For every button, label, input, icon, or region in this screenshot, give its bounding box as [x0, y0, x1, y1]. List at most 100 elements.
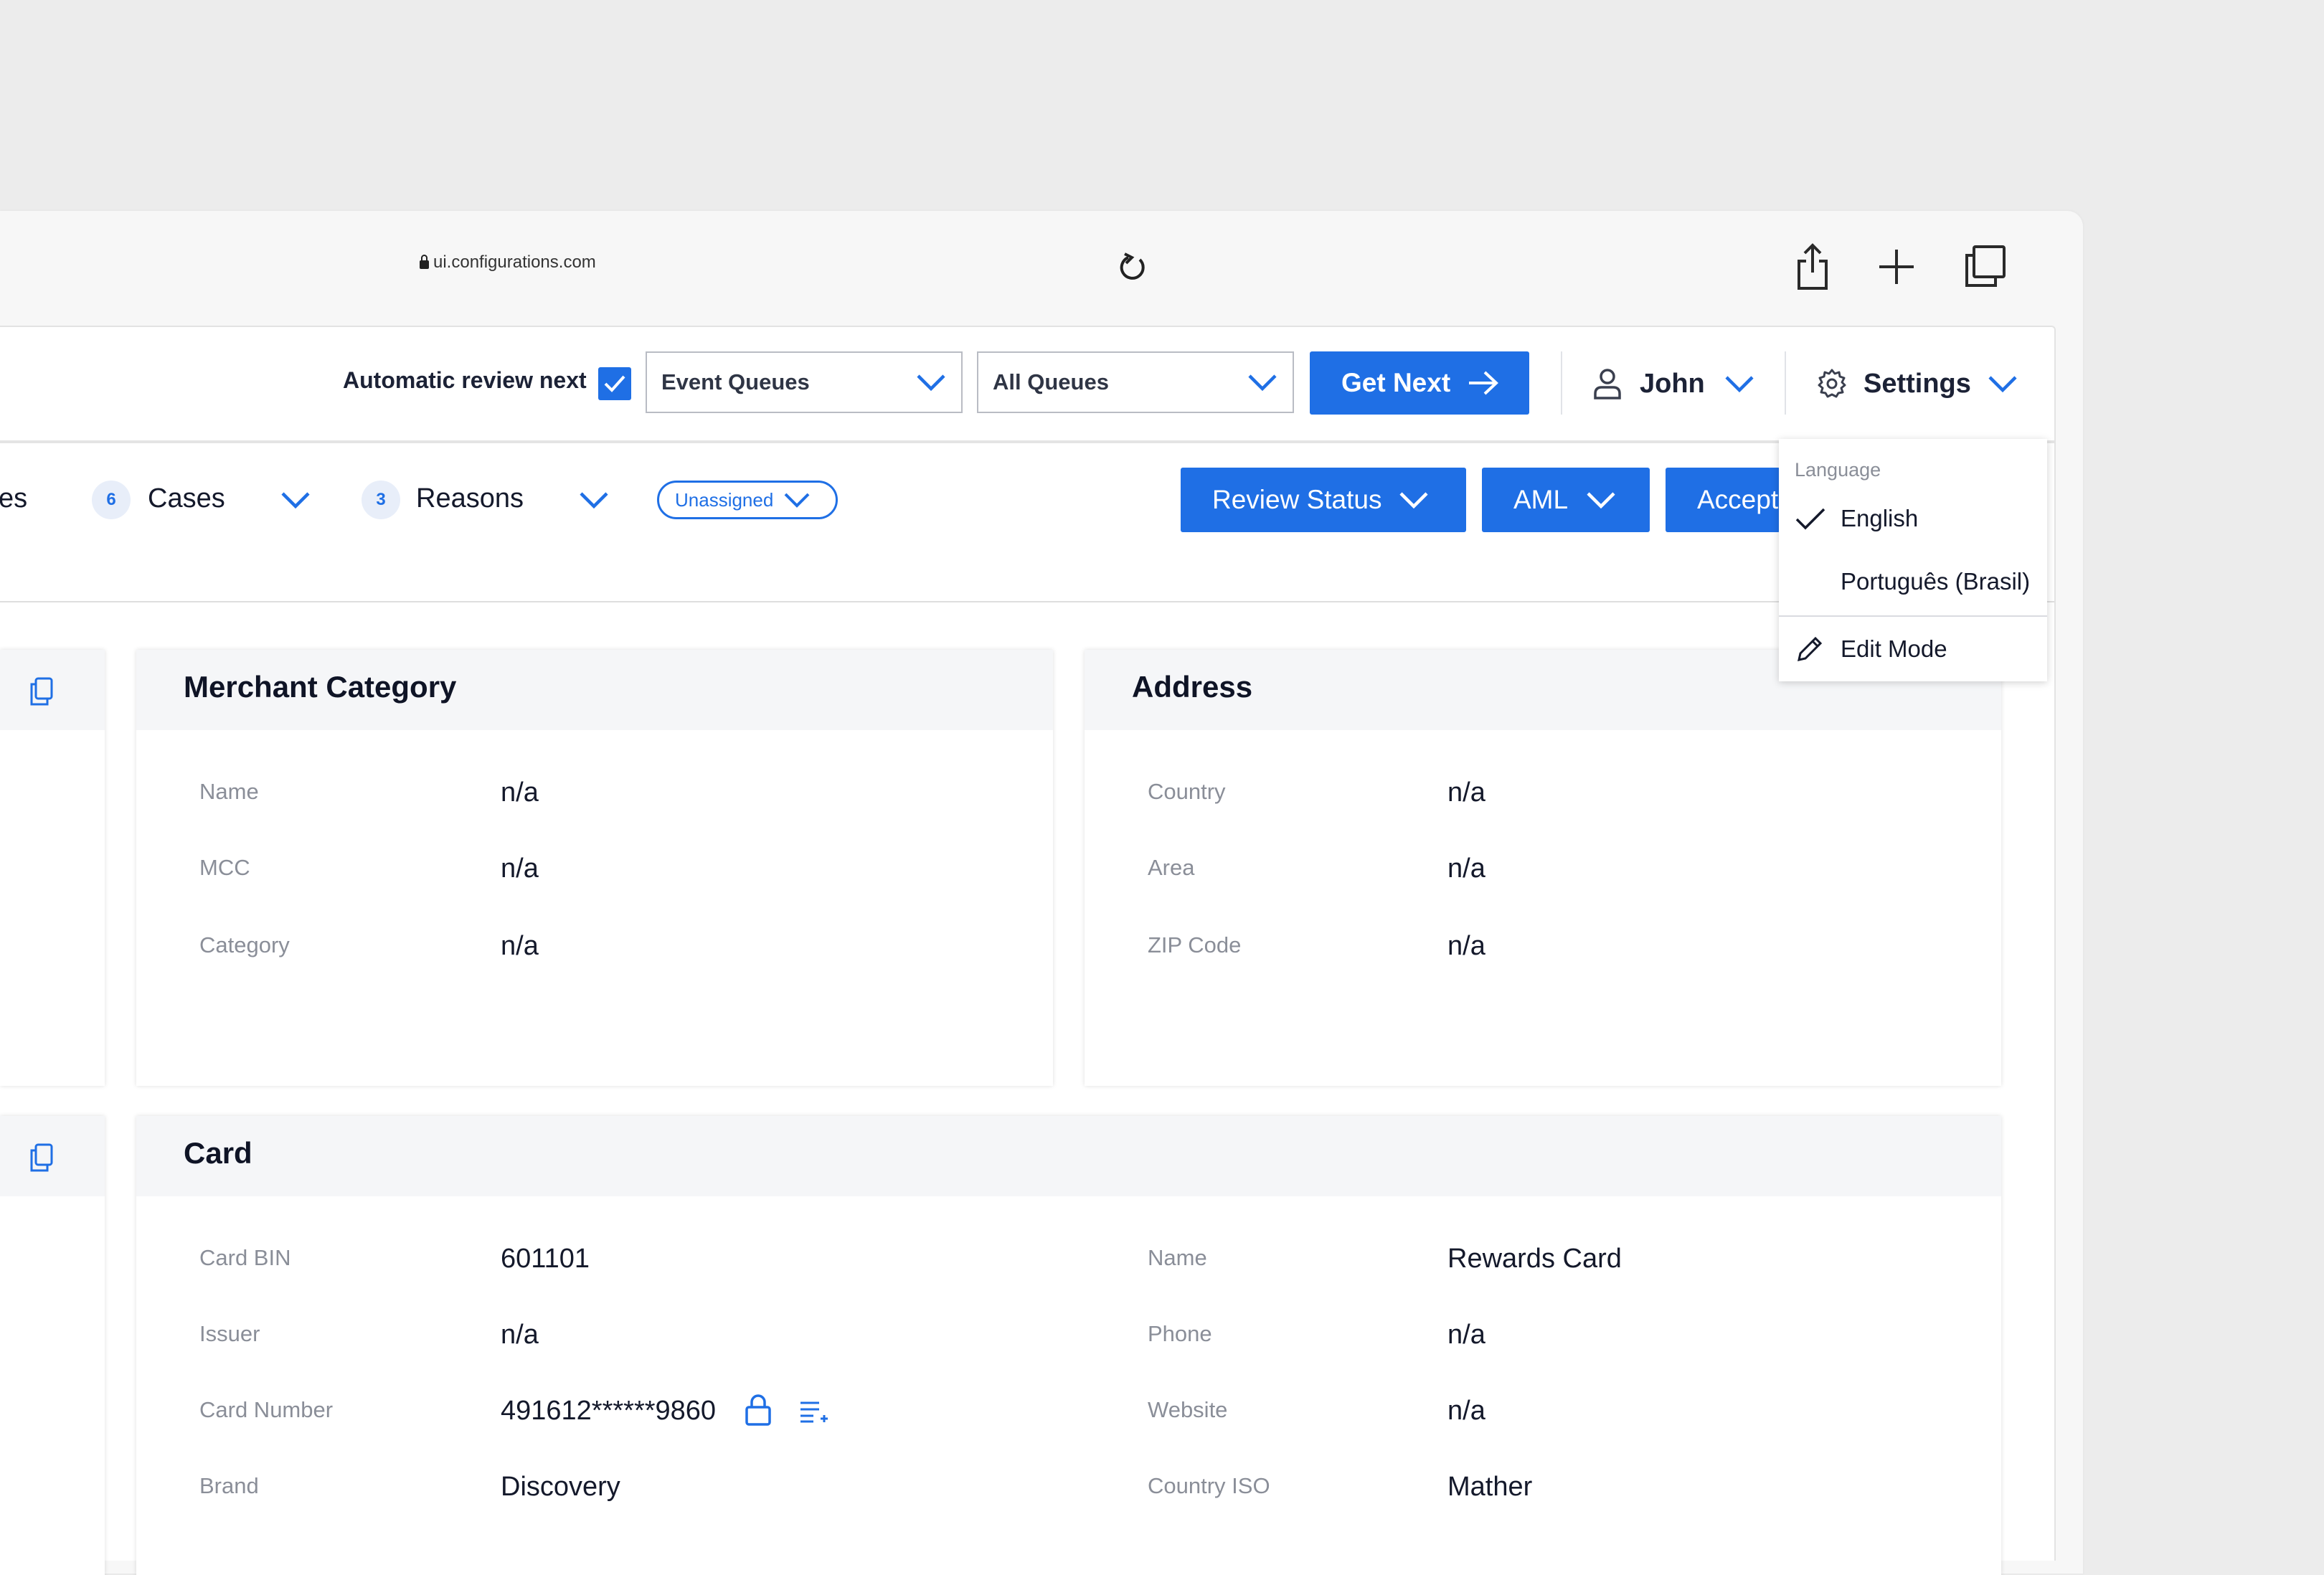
review-status-label: Review Status — [1212, 485, 1382, 514]
language-option-portuguese[interactable]: Português (Brasil) — [1779, 557, 2047, 608]
reload-icon[interactable] — [1116, 250, 1149, 290]
address-title: Address — [1132, 670, 1253, 704]
chevron-down-icon — [1587, 492, 1615, 509]
card-country-iso-value: Mather — [1447, 1472, 1533, 1502]
edit-mode-item[interactable]: Edit Mode — [1779, 620, 2047, 677]
card-bin-label: Card BIN — [199, 1245, 291, 1270]
card-title: Card — [184, 1136, 252, 1170]
card-number-value: 491612******9860 — [501, 1396, 717, 1426]
address-zip-value: n/a — [1447, 931, 1485, 961]
chevron-down-icon — [917, 374, 945, 392]
topbar-divider-vertical — [1561, 351, 1562, 415]
address-bar[interactable]: ui.configurations.com — [420, 252, 596, 273]
card-country-iso-label: Country ISO — [1148, 1473, 1270, 1498]
check-icon — [604, 375, 625, 392]
card-brand-label: Brand — [199, 1473, 259, 1498]
card-brand-value: Discovery — [501, 1472, 620, 1502]
mc-category-value: n/a — [501, 931, 539, 961]
language-section-label: Language — [1795, 459, 1881, 481]
chevron-down-icon — [1988, 376, 2017, 393]
card-name-label: Name — [1148, 1245, 1207, 1270]
merchant-category-header: Merchant Category — [136, 650, 1053, 730]
card-issuer-label: Issuer — [199, 1321, 260, 1346]
gear-icon — [1818, 369, 1846, 398]
chevron-down-icon — [1725, 376, 1754, 393]
lock-icon — [420, 255, 429, 269]
add-to-list-icon[interactable] — [798, 1399, 829, 1424]
card-phone-value: n/a — [1447, 1320, 1485, 1350]
address-area-label: Area — [1148, 855, 1195, 880]
chevron-down-icon — [1399, 492, 1428, 509]
card-website-value: n/a — [1447, 1396, 1485, 1426]
portuguese-label: Português (Brasil) — [1841, 568, 2031, 595]
mc-name-label: Name — [199, 779, 259, 804]
reasons-filter-label[interactable]: Reasons — [416, 483, 524, 514]
english-label: English — [1841, 505, 1919, 531]
card-number-label: Card Number — [199, 1397, 334, 1422]
merchant-category-title: Merchant Category — [184, 670, 457, 704]
settings-label: Settings — [1864, 368, 1971, 399]
accept-button[interactable]: Accept — [1666, 468, 1780, 532]
all-queues-select[interactable]: All Queues — [977, 351, 1294, 413]
dropdown-divider — [1779, 615, 2047, 617]
lock-icon[interactable] — [743, 1393, 773, 1427]
card-issuer-value: n/a — [501, 1320, 539, 1350]
address-country-label: Country — [1148, 779, 1226, 804]
user-name: John — [1640, 368, 1705, 399]
get-next-button[interactable]: Get Next — [1310, 351, 1529, 415]
accept-label: Accept — [1697, 485, 1779, 514]
topbar-divider-vertical — [1785, 351, 1786, 415]
arrow-right-icon — [1469, 371, 1499, 395]
reasons-chevron-down-icon[interactable] — [578, 489, 610, 511]
copy-icon[interactable] — [27, 676, 56, 707]
filter-partial-label[interactable]: es — [0, 483, 27, 514]
card-phone-label: Phone — [1148, 1321, 1212, 1346]
address-zip-label: ZIP Code — [1148, 932, 1242, 957]
card-website-label: Website — [1148, 1397, 1228, 1422]
all-queues-value: All Queues — [993, 369, 1109, 394]
edit-mode-label: Edit Mode — [1841, 635, 1947, 662]
assignee-pill[interactable]: Unassigned — [657, 481, 838, 519]
aml-label: AML — [1513, 485, 1569, 514]
auto-review-label: Automatic review next — [343, 367, 587, 393]
mc-name-value: n/a — [501, 777, 539, 808]
url-text: ui.configurations.com — [433, 252, 596, 272]
mc-category-label: Category — [199, 932, 290, 957]
cases-count-badge: 6 — [92, 481, 131, 519]
settings-menu-button[interactable]: Settings — [1816, 359, 2024, 409]
review-status-button[interactable]: Review Status — [1181, 468, 1466, 532]
new-tab-icon[interactable] — [1876, 247, 1917, 287]
get-next-label: Get Next — [1341, 368, 1451, 397]
user-menu[interactable]: John — [1592, 359, 1793, 409]
event-queues-value: Event Queues — [661, 369, 810, 394]
share-icon[interactable] — [1793, 241, 1832, 293]
card-details-card: Card Card BIN 601101 Issuer n/a Card Num… — [136, 1116, 2001, 1575]
merchant-category-card: Merchant Category Name n/a MCC n/a Categ… — [136, 650, 1053, 1086]
event-queues-select[interactable]: Event Queues — [646, 351, 963, 413]
settings-dropdown: Language English Português (Brasil) Edit… — [1779, 439, 2047, 681]
mc-mcc-label: MCC — [199, 855, 250, 880]
pencil-icon — [1798, 636, 1823, 661]
filterbar-divider — [0, 601, 2054, 602]
card-bin-value: 601101 — [501, 1244, 590, 1274]
card-header: Card — [136, 1116, 2001, 1196]
tabs-icon[interactable] — [1962, 244, 2007, 288]
auto-review-checkbox[interactable] — [598, 367, 631, 400]
cases-chevron-down-icon[interactable] — [280, 489, 311, 511]
check-icon — [1795, 508, 1825, 530]
address-card: Address Country n/a Area n/a ZIP Code n/… — [1085, 650, 2001, 1086]
language-option-english[interactable]: English — [1779, 493, 2047, 545]
chevron-down-icon — [784, 493, 810, 508]
address-area-value: n/a — [1447, 853, 1485, 884]
left-panel-partial — [0, 650, 105, 1086]
user-icon — [1594, 369, 1621, 399]
copy-icon[interactable] — [27, 1142, 56, 1173]
topbar-divider — [0, 440, 2054, 443]
reasons-count-badge: 3 — [362, 481, 400, 519]
chevron-down-icon — [1248, 374, 1277, 392]
cases-filter-label[interactable]: Cases — [148, 483, 225, 514]
aml-button[interactable]: AML — [1482, 468, 1650, 532]
left-panel-partial-2 — [0, 1116, 105, 1575]
card-name-value: Rewards Card — [1447, 1244, 1622, 1274]
address-country-value: n/a — [1447, 777, 1485, 808]
